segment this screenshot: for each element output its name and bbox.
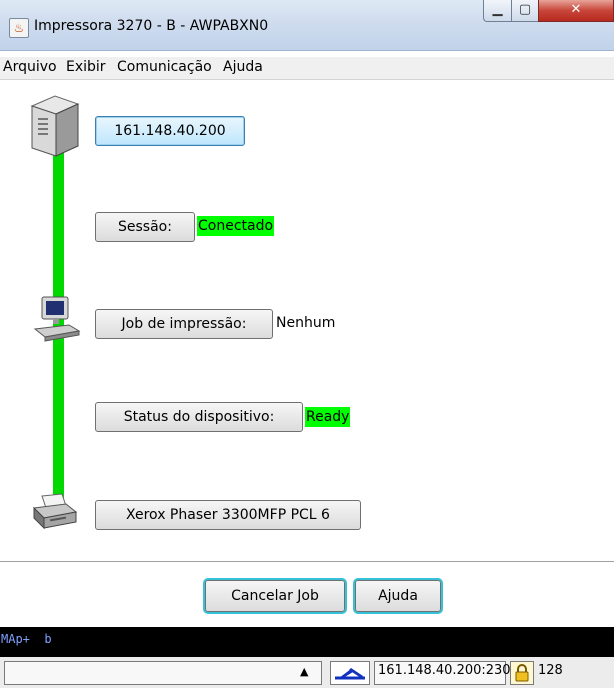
session-status: Conectado	[197, 216, 275, 236]
host-address-button[interactable]: 161.148.40.200	[95, 116, 245, 146]
separator	[0, 561, 614, 562]
print-job-button[interactable]: Job de impressão:	[95, 309, 273, 339]
menu-comunicacao[interactable]: Comunicação	[117, 59, 212, 75]
menu-ajuda[interactable]: Ajuda	[223, 59, 263, 75]
connection-icon	[335, 668, 365, 680]
status-bar: ▲ 161.148.40.200:23000 128	[0, 657, 614, 688]
terminal-text: MAp+ b	[1, 632, 52, 646]
printer-name-button[interactable]: Xerox Phaser 3300MFP PCL 6	[95, 500, 361, 530]
server-icon	[30, 95, 80, 157]
menu-bar: Arquivo Exibir Comunicação Ajuda	[0, 57, 614, 80]
cancel-job-button[interactable]: Cancelar Job	[205, 580, 345, 612]
maximize-button[interactable]: ▢	[511, 0, 539, 22]
minimize-button[interactable]: ▁	[483, 0, 512, 22]
print-job-value: Nenhum	[276, 315, 336, 331]
device-status-button[interactable]: Status do dispositivo:	[95, 402, 303, 432]
help-button[interactable]: Ajuda	[355, 580, 441, 612]
lock-icon-field	[510, 661, 534, 685]
computer-icon	[33, 296, 81, 342]
title-bar[interactable]: ♨ Impressora 3270 - B - AWPABXN0 ▁ ▢ ✕	[0, 0, 614, 51]
padlock-icon	[515, 664, 529, 682]
status-number: 128	[538, 663, 563, 678]
terminal-line: MAp+ b	[0, 627, 614, 657]
printer-icon	[32, 493, 78, 530]
close-button[interactable]: ✕	[538, 0, 614, 22]
scroll-up-arrow-icon[interactable]: ▲	[300, 665, 308, 678]
java-app-icon: ♨	[9, 18, 29, 38]
connection-address: 161.148.40.200:23000	[378, 663, 528, 678]
device-status-value: Ready	[305, 407, 351, 427]
content-area	[0, 80, 614, 610]
menu-exibir[interactable]: Exibir	[66, 59, 106, 75]
session-button[interactable]: Sessão:	[95, 212, 195, 242]
window-title: Impressora 3270 - B - AWPABXN0	[34, 18, 269, 34]
menu-arquivo[interactable]: Arquivo	[3, 59, 57, 75]
connection-icon-field	[330, 661, 370, 685]
status-message-field	[4, 661, 322, 685]
